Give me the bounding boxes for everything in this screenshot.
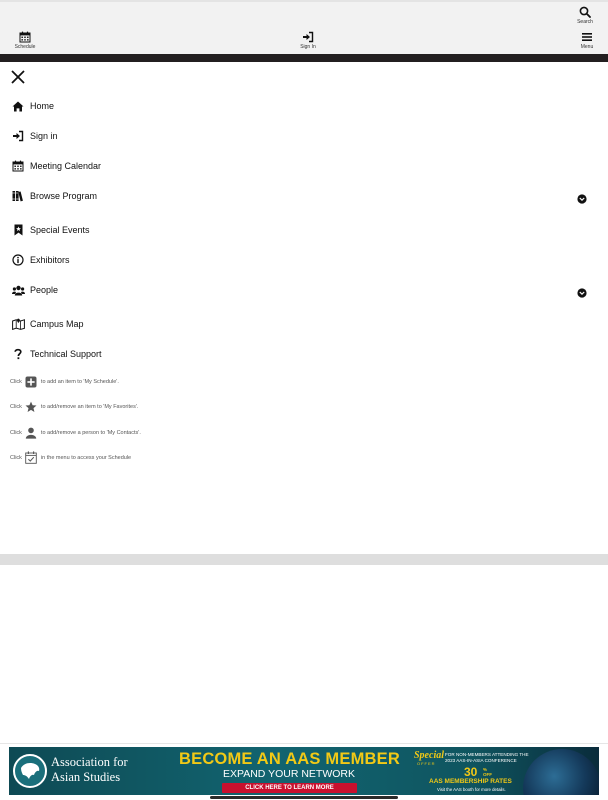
books-icon	[11, 189, 25, 203]
ad-visit-note: Visit the AAS booth for more details.	[437, 787, 506, 792]
nav-item-label: Browse Program	[30, 191, 98, 201]
search-icon	[579, 6, 591, 18]
schedule-label: Schedule	[14, 44, 36, 50]
search-button[interactable]: Search	[573, 6, 597, 25]
aas-logo-icon	[13, 754, 47, 788]
hint-schedule-access: Click in the menu to access your Schedul…	[10, 451, 131, 464]
nav-item-home[interactable]: Home	[11, 98, 54, 114]
sign-in-icon	[11, 129, 25, 143]
sign-in-label: Sign In	[300, 44, 316, 50]
hint-prefix: Click	[10, 403, 22, 410]
nav-item-label: Campus Map	[30, 319, 84, 329]
nav-item-campus-map[interactable]: Campus Map	[11, 316, 84, 332]
footer-divider	[0, 743, 608, 744]
aas-org-name: Association for Asian Studies	[51, 755, 128, 785]
hint-prefix: Click	[10, 429, 22, 436]
ad-fine-line1: FOR NON-MEMBERS ATTENDING THE	[445, 752, 529, 757]
nav-item-special-events[interactable]: Special Events	[11, 222, 90, 238]
menu-button[interactable]: Menu	[574, 31, 600, 50]
user-icon	[25, 426, 38, 439]
hint-text: to add/remove an item to 'My Favorites'.	[40, 403, 139, 410]
globe-image	[523, 749, 599, 795]
bookmark-star-icon	[11, 223, 25, 237]
hint-text: to add an item to 'My Schedule'.	[40, 378, 119, 385]
nav-item-label: Exhibitors	[30, 255, 70, 265]
hint-contacts: Click to add/remove a person to 'My Cont…	[10, 426, 141, 439]
ad-discount-off: OFF	[483, 772, 492, 777]
page: Search Schedule Sign In Menu Home Sign i…	[0, 0, 608, 800]
star-icon	[25, 400, 38, 413]
ad-discount-number: 30	[464, 765, 478, 779]
nav-item-people[interactable]: People	[11, 282, 58, 298]
ad-offer-label: OFFER	[417, 761, 436, 766]
people-icon	[11, 283, 25, 297]
question-icon	[11, 347, 25, 361]
hint-favorites: Click to add/remove an item to 'My Favor…	[10, 400, 138, 413]
ad-fine-line2: 2023 AAS-IN-ASIA CONFERENCE	[445, 757, 517, 763]
top-toolbar: Search Schedule Sign In Menu	[0, 0, 608, 54]
hint-text: to add/remove a person to 'My Contacts'.	[40, 429, 141, 436]
nav-item-exhibitors[interactable]: Exhibitors	[11, 252, 70, 268]
menu-panel-bottom-band	[0, 554, 608, 565]
ad-discount-unit: % OFF	[483, 767, 492, 777]
hamburger-icon	[582, 33, 592, 41]
nav-item-label: Sign in	[30, 131, 58, 141]
nav-item-label: Technical Support	[30, 349, 102, 359]
nav-item-meeting-calendar[interactable]: Meeting Calendar	[11, 158, 101, 174]
sign-in-icon	[303, 31, 314, 43]
schedule-button[interactable]: Schedule	[10, 31, 40, 50]
nav-item-browse-program[interactable]: Browse Program	[11, 188, 97, 204]
nav-item-label: Home	[30, 101, 55, 111]
nav-item-label: Meeting Calendar	[30, 161, 102, 171]
ad-fine-print: FOR NON-MEMBERS ATTENDING THE 2023 AAS-I…	[445, 752, 529, 763]
chevron-down-icon[interactable]	[577, 288, 587, 298]
ad-discount-value: 30	[464, 765, 477, 779]
plus-square-icon	[25, 375, 38, 388]
ad-special-label: Special	[414, 750, 444, 761]
ad-scroll-indicator	[210, 796, 398, 799]
calendar-icon	[19, 31, 31, 43]
nav-item-label: Special Events	[30, 225, 90, 235]
menu-label: Menu	[580, 44, 594, 50]
aas-membership-banner-ad[interactable]: Association for Asian Studies BECOME AN …	[9, 747, 599, 795]
hint-prefix: Click	[10, 378, 22, 385]
hint-prefix: Click	[10, 454, 22, 461]
calendar-icon	[11, 159, 25, 173]
info-icon	[11, 253, 25, 267]
ad-headline: BECOME AN AAS MEMBER	[179, 750, 400, 768]
hint-add-schedule: Click to add an item to 'My Schedule'.	[10, 375, 119, 388]
header-divider	[0, 54, 608, 62]
chevron-down-icon[interactable]	[577, 194, 587, 204]
ad-subline: EXPAND YOUR NETWORK	[222, 768, 356, 780]
aas-org-line2: Asian Studies	[51, 770, 121, 784]
search-label: Search	[577, 19, 593, 25]
map-icon	[11, 317, 25, 331]
nav-item-sign-in[interactable]: Sign in	[11, 128, 58, 144]
calendar-check-icon	[25, 451, 38, 464]
close-icon[interactable]	[10, 69, 26, 85]
nav-item-label: People	[30, 285, 59, 295]
ad-rates-label: AAS MEMBERSHIP RATES	[429, 778, 512, 785]
home-icon	[11, 99, 25, 113]
aas-org-line1: Association for	[51, 755, 128, 769]
nav-item-technical-support[interactable]: Technical Support	[11, 346, 102, 362]
ad-learn-more-button[interactable]: CLICK HERE TO LEARN MORE	[222, 783, 357, 793]
sign-in-button[interactable]: Sign In	[294, 31, 322, 50]
hint-text: in the menu to access your Schedule	[40, 454, 132, 461]
